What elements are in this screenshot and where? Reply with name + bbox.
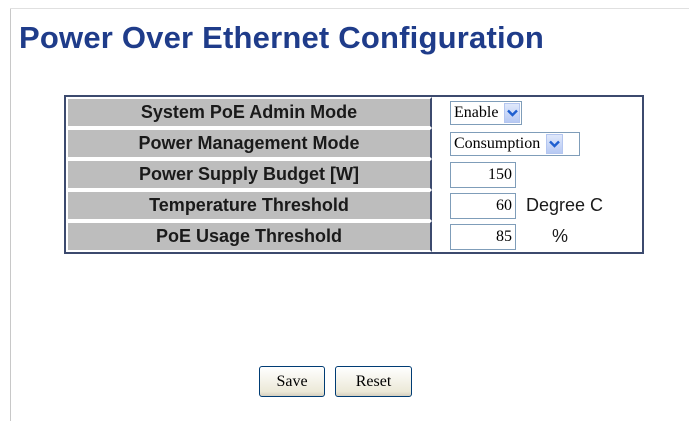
row-power-management: Power Management Mode Consumption — [66, 128, 642, 159]
frame-border-left — [10, 8, 11, 421]
power-budget-input[interactable]: 150 — [450, 161, 516, 188]
power-budget-cell: 150 — [432, 159, 642, 190]
save-button[interactable]: Save — [259, 366, 325, 397]
admin-mode-label: System PoE Admin Mode — [66, 97, 432, 128]
admin-mode-select-value: Enable — [454, 103, 499, 121]
row-power-budget: Power Supply Budget [W] 150 — [66, 159, 642, 190]
row-usage-threshold: PoE Usage Threshold 85 % — [66, 221, 642, 252]
power-management-select-value: Consumption — [454, 134, 541, 152]
temperature-threshold-cell: 60 Degree C — [432, 190, 642, 221]
row-admin-mode: System PoE Admin Mode Enable — [66, 97, 642, 128]
chevron-down-icon[interactable] — [504, 102, 520, 123]
row-temperature-threshold: Temperature Threshold 60 Degree C — [66, 190, 642, 221]
power-management-label: Power Management Mode — [66, 128, 432, 159]
temperature-threshold-input[interactable]: 60 — [450, 192, 516, 219]
power-management-select[interactable]: Consumption — [450, 131, 580, 156]
admin-mode-cell: Enable — [432, 97, 642, 128]
temperature-threshold-unit: Degree C — [526, 195, 604, 215]
usage-threshold-unit: % — [552, 226, 569, 246]
usage-threshold-input[interactable]: 85 — [450, 223, 516, 250]
temperature-threshold-label: Temperature Threshold — [66, 190, 432, 221]
reset-button[interactable]: Reset — [335, 366, 412, 397]
power-management-cell: Consumption — [432, 128, 642, 159]
chevron-down-icon[interactable] — [546, 133, 564, 154]
page-title: Power Over Ethernet Configuration — [19, 20, 545, 55]
admin-mode-select[interactable]: Enable — [450, 100, 522, 125]
poe-config-table: System PoE Admin Mode Enable Power Manag… — [64, 95, 644, 254]
usage-threshold-cell: 85 % — [432, 221, 642, 252]
power-budget-label: Power Supply Budget [W] — [66, 159, 432, 190]
frame-border-top — [10, 8, 689, 9]
poe-config-page: Power Over Ethernet Configuration System… — [0, 0, 689, 421]
usage-threshold-label: PoE Usage Threshold — [66, 221, 432, 252]
